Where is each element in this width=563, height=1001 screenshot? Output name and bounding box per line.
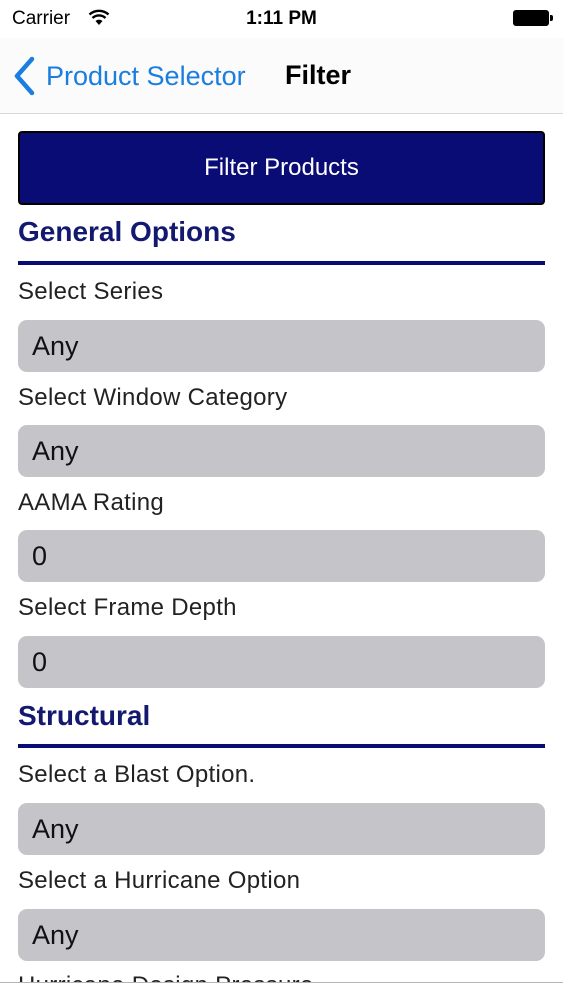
status-bar: Carrier 1:11 PM	[0, 0, 563, 38]
aama-rating-field[interactable]: 0	[18, 530, 545, 582]
hurricane-option-picker[interactable]: Any	[18, 909, 545, 961]
bottom-edge	[0, 982, 563, 1001]
status-time: 1:11 PM	[246, 8, 317, 29]
window-category-picker[interactable]: Any	[18, 425, 545, 477]
window-category-label: Select Window Category	[18, 384, 288, 411]
navigation-bar: Product Selector Filter	[0, 38, 563, 114]
section-divider	[18, 261, 545, 265]
hurricane-design-pressure-label: Hurricane Design Pressure	[18, 972, 314, 982]
filter-products-button[interactable]: Filter Products	[18, 131, 545, 205]
section-header-general-options: General Options	[18, 216, 236, 247]
hurricane-option-label: Select a Hurricane Option	[18, 867, 301, 894]
blast-option-picker[interactable]: Any	[18, 803, 545, 855]
frame-depth-field[interactable]: 0	[18, 636, 545, 688]
frame-depth-label: Select Frame Depth	[18, 594, 237, 621]
select-series-picker[interactable]: Any	[18, 320, 545, 372]
filter-form[interactable]: Filter Products General Options Select S…	[0, 114, 563, 982]
select-series-label: Select Series	[18, 278, 164, 305]
back-button-label: Product Selector	[46, 60, 246, 91]
page-title: Filter	[285, 60, 352, 90]
battery-icon	[513, 10, 553, 26]
section-header-structural: Structural	[18, 700, 151, 731]
aama-rating-label: AAMA Rating	[18, 489, 165, 516]
back-button[interactable]: Product Selector	[12, 54, 246, 98]
chevron-left-icon	[14, 56, 35, 96]
blast-option-label: Select a Blast Option.	[18, 761, 256, 788]
section-divider	[18, 744, 545, 748]
